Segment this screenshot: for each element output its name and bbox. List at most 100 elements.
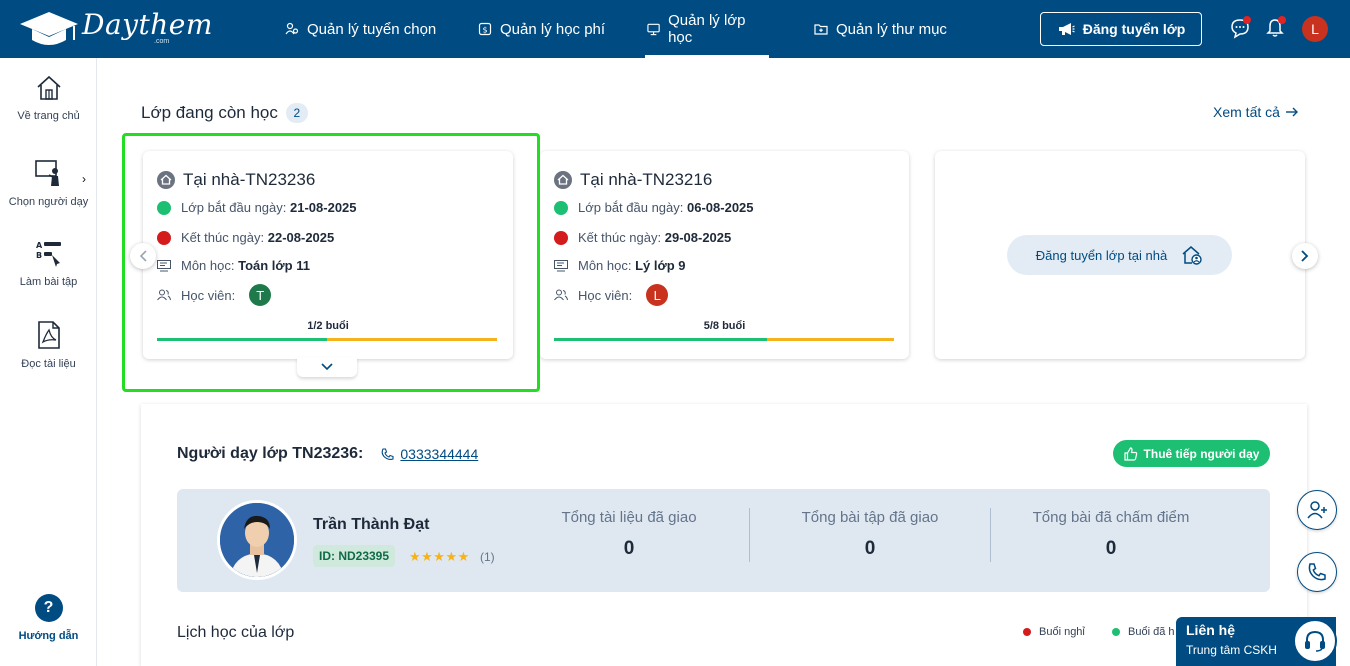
subject-value: Lý lớp 9 — [635, 258, 686, 273]
home-add-icon — [1182, 246, 1202, 265]
rating-count: (1) — [480, 550, 495, 564]
see-all-label: Xem tất cả — [1213, 104, 1280, 120]
chevron-right-icon[interactable]: › — [82, 172, 86, 186]
top-navigation-bar: Daythem .com Quản lý tuyển chọn $ Quản l… — [0, 0, 1350, 58]
pdf-document-icon — [37, 321, 60, 349]
sidebar-item-home[interactable]: Về trang chủ — [0, 74, 97, 122]
sidebar-item-exercise[interactable]: AB Làm bài tập — [0, 238, 97, 288]
stat-divider — [749, 508, 750, 562]
legend-label: Buổi đã h — [1128, 626, 1175, 638]
home-icon — [36, 75, 61, 100]
add-user-icon — [1307, 501, 1327, 519]
stat-value: 0 — [864, 538, 876, 559]
start-date-label: Lớp bắt đầu ngày: — [578, 200, 684, 215]
nav-label: Quản lý lớp học — [668, 12, 746, 46]
logo[interactable]: Daythem .com — [18, 8, 213, 48]
green-dot-icon — [554, 200, 568, 215]
end-date-row: Kết thúc ngày: 29-08-2025 — [554, 230, 731, 245]
classroom-screen-icon — [647, 23, 660, 36]
contact-support-widget[interactable]: Liên hệ Trung tâm CSKH — [1176, 617, 1337, 666]
post-home-class-button[interactable]: Đăng tuyển lớp tại nhà — [1007, 235, 1232, 275]
stat-graded: Tổng bài đã chấm điểm 0 — [1016, 509, 1206, 560]
end-date-label: Kết thúc ngày: — [578, 230, 662, 245]
session-progress-label: 5/8 buổi — [703, 320, 746, 332]
nav-quan-ly-hoc-phi[interactable]: $ Quản lý học phí — [476, 0, 607, 58]
nav-quan-ly-lop-hoc[interactable]: Quản lý lớp học — [645, 0, 769, 58]
screen-icon — [554, 259, 568, 271]
people-search-icon — [285, 22, 299, 35]
add-user-float-button[interactable] — [1297, 490, 1337, 530]
section-title: Lớp đang còn học 2 — [141, 103, 308, 123]
nav-label: Quản lý thư mục — [836, 20, 947, 38]
nav-label: Quản lý tuyển chọn — [307, 20, 437, 38]
teacher-phone: 0333344444 — [400, 446, 479, 462]
post-home-class-label: Đăng tuyển lớp tại nhà — [1035, 247, 1168, 263]
session-progress-bar — [554, 338, 894, 341]
red-dot-icon — [1023, 628, 1031, 636]
teacher-heading-text: Người dạy lớp TN23236: — [177, 445, 364, 462]
post-class-label: Đăng tuyển lớp — [1082, 21, 1186, 37]
user-avatar[interactable]: L — [1302, 16, 1328, 42]
subject-row: Môn học: Lý lớp 9 — [554, 258, 686, 273]
thumbs-up-icon — [1123, 446, 1137, 461]
see-all-link[interactable]: Xem tất cả — [1213, 104, 1298, 120]
brand-suffix: .com — [154, 38, 170, 45]
sidebar-item-read-docs[interactable]: Đọc tài liệu — [0, 320, 97, 370]
post-class-button[interactable]: Đăng tuyển lớp — [1040, 12, 1202, 46]
schedule-title: Lịch học của lớp — [177, 624, 295, 641]
stat-exercises: Tổng bài tập đã giao 0 — [775, 509, 965, 560]
sidebar-item-label: Đọc tài liệu — [21, 358, 76, 370]
home-class-icon — [554, 171, 572, 189]
bell-notification-dot — [1278, 16, 1286, 24]
teacher-portrait — [220, 503, 294, 577]
nav-label: Quản lý học phí — [500, 20, 606, 38]
chevron-right-icon — [1301, 250, 1309, 262]
start-date-value: 06-08-2025 — [687, 200, 754, 215]
nav-quan-ly-tuyen-chon[interactable]: Quản lý tuyển chọn — [283, 0, 438, 58]
exercise-icon: AB — [36, 241, 61, 267]
sidebar: Về trang chủ Chọn người dạy › AB Làm bài… — [0, 58, 97, 666]
stat-label: Tổng bài tập đã giao — [801, 509, 939, 526]
phone-icon — [382, 447, 394, 460]
megaphone-icon — [1058, 23, 1075, 35]
sidebar-item-help[interactable]: ? Hướng dẫn — [0, 594, 97, 642]
svg-text:B: B — [36, 251, 42, 260]
teacher-phone-link[interactable]: 0333344444 — [381, 446, 478, 462]
stat-divider — [990, 508, 991, 562]
students-row: Học viên: L — [554, 284, 669, 306]
brand-name: Daythem — [82, 8, 213, 41]
section-title-text: Lớp đang còn học — [141, 103, 278, 122]
teacher-board-icon — [34, 160, 59, 186]
folder-icon — [814, 24, 828, 35]
sidebar-item-label: Làm bài tập — [19, 276, 78, 288]
stat-documents: Tổng tài liệu đã giao 0 — [534, 509, 724, 560]
stat-label: Tổng bài đã chấm điểm — [1032, 509, 1190, 526]
class-card-title: Tại nhà-TN23216 — [554, 170, 712, 190]
contact-title: Liên hệ — [1186, 622, 1236, 638]
legend-item-absent: Buổi nghỉ — [1023, 626, 1085, 638]
teacher-stats-box: Trần Thành Đạt ID: ND23395 ★★★★★ (1) Tổn… — [177, 489, 1270, 592]
chat-notification-dot — [1243, 16, 1251, 24]
money-icon: $ — [478, 22, 492, 36]
teacher-photo — [217, 500, 297, 580]
sidebar-item-label: Hướng dẫn — [18, 630, 79, 642]
class-card[interactable]: Tại nhà-TN23216 Lớp bắt đầu ngày: 06-08-… — [540, 151, 909, 359]
svg-text:$: $ — [482, 26, 487, 35]
green-dot-icon — [1112, 628, 1120, 636]
start-date-row: Lớp bắt đầu ngày: 06-08-2025 — [554, 200, 754, 215]
teacher-id-badge: ID: ND23395 — [313, 545, 396, 567]
teacher-name: Trần Thành Đạt — [313, 516, 430, 533]
session-progress-fill — [554, 338, 767, 341]
teacher-panel: Người dạy lớp TN23236: 0333344444 Thuê t… — [141, 404, 1307, 666]
student-avatar[interactable]: L — [646, 284, 669, 306]
nav-quan-ly-thu-muc[interactable]: Quản lý thư mục — [812, 0, 949, 58]
sidebar-item-label: Chọn người dạy — [8, 196, 89, 208]
rehire-teacher-button[interactable]: Thuê tiếp người dạy — [1113, 440, 1270, 467]
rehire-label: Thuê tiếp người dạy — [1143, 446, 1260, 461]
sidebar-item-label: Về trang chủ — [17, 110, 80, 122]
teacher-heading: Người dạy lớp TN23236: 0333344444 — [177, 445, 478, 463]
carousel-next-button[interactable] — [1292, 243, 1318, 269]
stat-label: Tổng tài liệu đã giao — [561, 509, 697, 526]
rating-stars: ★★★★★ — [409, 549, 470, 564]
call-float-button[interactable] — [1297, 552, 1337, 592]
